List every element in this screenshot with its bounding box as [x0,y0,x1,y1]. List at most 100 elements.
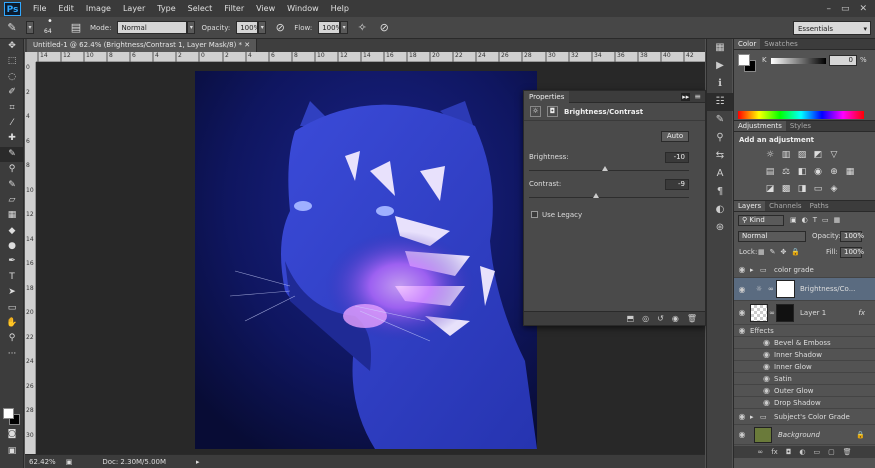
blur-tool-icon[interactable]: ◆ [0,224,24,239]
tab-color[interactable]: Color [734,39,761,49]
dodge-tool-icon[interactable]: ● [0,239,24,254]
character-icon[interactable]: A [707,165,733,183]
visibility-eye-icon[interactable]: ◉ [734,398,774,407]
layer-mask-thumbnail[interactable] [776,280,795,298]
visibility-eye-icon[interactable]: ◉ [734,308,750,317]
zoom-tool-icon[interactable]: ⚲ [0,331,24,346]
marquee-tool-icon[interactable]: ⬚ [0,54,24,69]
fx-icon[interactable]: fx [771,448,778,456]
brightness-contrast-icon[interactable]: ☼ [764,150,776,160]
lasso-tool-icon[interactable]: ◌ [0,70,24,85]
pressure-size-icon[interactable]: ⊘ [376,20,392,36]
visibility-eye-icon[interactable]: ◉ [734,326,750,335]
brush-panel-icon[interactable]: ▤ [68,20,84,36]
properties-icon[interactable]: ☷ [707,93,733,111]
fill-field[interactable]: 100% [840,247,864,258]
workspace-select[interactable]: Essentials ▾ [793,21,871,35]
tab-layers[interactable]: Layers [734,201,766,211]
opacity-field[interactable]: 100% [236,21,260,34]
expand-arrow-icon[interactable]: ▸ [750,413,760,421]
menu-window[interactable]: Window [281,0,325,17]
brush-tool-icon[interactable]: ✎ [0,146,24,163]
crop-tool-icon[interactable]: ⌗ [0,101,24,116]
status-menu-icon[interactable]: ▸ [196,458,200,466]
channel-mixer-icon[interactable]: ⊕ [828,167,840,177]
brightness-slider-thumb[interactable] [602,166,608,171]
flow-field[interactable]: 100% [318,21,342,34]
layer-brightness-contrast[interactable]: ◉ ☼ ∞ Brightness/Co... [734,278,875,301]
shape-tool-icon[interactable]: ▭ [0,301,24,316]
contrast-slider-track[interactable] [529,197,689,198]
expand-arrow-icon[interactable]: ▸ [750,266,760,274]
tiger-image[interactable] [195,71,537,449]
reset-icon[interactable]: ↺ [657,314,664,323]
menu-file[interactable]: File [27,0,52,17]
effect-satin[interactable]: ◉ Satin [734,373,875,385]
menu-help[interactable]: Help [325,0,355,17]
pen-tool-icon[interactable]: ✒ [0,254,24,269]
maximize-button[interactable]: ▭ [841,4,850,14]
contrast-field[interactable]: -9 [665,179,689,190]
auto-button[interactable]: Auto [661,131,689,142]
color-fg-swatch[interactable] [738,54,750,66]
menu-type[interactable]: Type [151,0,181,17]
visibility-eye-icon[interactable]: ◉ [734,338,774,347]
visibility-eye-icon[interactable]: ◉ [734,412,750,421]
pressure-opacity-icon[interactable]: ⊘ [272,20,288,36]
effects-row[interactable]: ◉ Effects [734,325,875,337]
path-select-tool-icon[interactable]: ➤ [0,285,24,300]
hand-tool-icon[interactable]: ✋ [0,316,24,331]
tab-swatches[interactable]: Swatches [760,39,801,49]
filter-icons[interactable]: ▣◐T▭▦ [790,216,845,224]
menu-filter[interactable]: Filter [218,0,250,17]
trash-icon[interactable]: 🗑 [687,314,697,323]
brightness-field[interactable]: -10 [665,152,689,163]
menu-view[interactable]: View [250,0,281,17]
toggle-visibility-icon[interactable]: ◉ [672,314,679,323]
tool-preset-dropdown[interactable]: ▾ [26,21,34,34]
menu-image[interactable]: Image [80,0,117,17]
close-button[interactable]: ✕ [859,4,867,14]
lock-icons[interactable]: ▦✎✥🔒 [758,248,805,256]
new-adjustment-icon[interactable]: ◐ [799,448,805,456]
properties-tab[interactable]: Properties [524,90,570,103]
brightness-adjustment-icon[interactable]: ☼ [530,106,541,117]
eyedropper-tool-icon[interactable]: ⁄ [0,116,24,131]
close-tab-icon[interactable]: ✕ [244,41,250,49]
exposure-icon[interactable]: ◩ [812,150,824,160]
k-value-field[interactable]: 0 [829,55,857,66]
menu-layer[interactable]: Layer [117,0,151,17]
clone-stamp-tool-icon[interactable]: ⚲ [0,162,24,177]
layer-background[interactable]: ◉ Background 🔒 [734,425,875,445]
visibility-eye-icon[interactable]: ◉ [734,362,774,371]
quick-select-tool-icon[interactable]: ✐ [0,85,24,100]
visibility-eye-icon[interactable]: ◉ [734,350,774,359]
clone-source-icon[interactable]: ⚲ [707,129,733,147]
selective-color-icon[interactable]: ◈ [828,184,840,194]
brush-tool-icon[interactable]: ✎ [4,20,20,36]
tab-paths[interactable]: Paths [806,201,833,211]
layer-opacity-field[interactable]: 100% [840,231,864,242]
invert-icon[interactable]: ◪ [764,184,776,194]
quick-mask-icon[interactable]: ◙ [0,427,24,442]
actions-icon[interactable]: ▶ [707,57,733,75]
glyphs-icon[interactable]: ◐ [707,201,733,219]
move-tool-icon[interactable]: ✥ [0,39,24,54]
photo-filter-icon[interactable]: ◉ [812,167,824,177]
airbrush-icon[interactable]: ✧ [354,20,370,36]
new-layer-icon[interactable]: ▢ [828,448,835,456]
tab-channels[interactable]: Channels [765,201,805,211]
visibility-eye-icon[interactable]: ◉ [734,386,774,395]
healing-brush-tool-icon[interactable]: ✚ [0,131,24,146]
gradient-tool-icon[interactable]: ▦ [0,208,24,223]
paragraph-icon[interactable]: ¶ [707,183,733,201]
add-mask-icon[interactable]: ◘ [786,448,792,456]
effect-inner-glow[interactable]: ◉ Inner Glow [734,361,875,373]
visibility-eye-icon[interactable]: ◉ [734,374,774,383]
fx-badge[interactable]: fx [858,309,865,317]
gradient-map-icon[interactable]: ▭ [812,184,824,194]
mode-dropdown-icon[interactable]: ▾ [187,21,196,34]
tab-adjustments[interactable]: Adjustments [734,121,786,131]
more-tools-icon[interactable]: ··· [0,347,24,362]
panel-menu-icon[interactable]: ≡ [694,92,701,101]
